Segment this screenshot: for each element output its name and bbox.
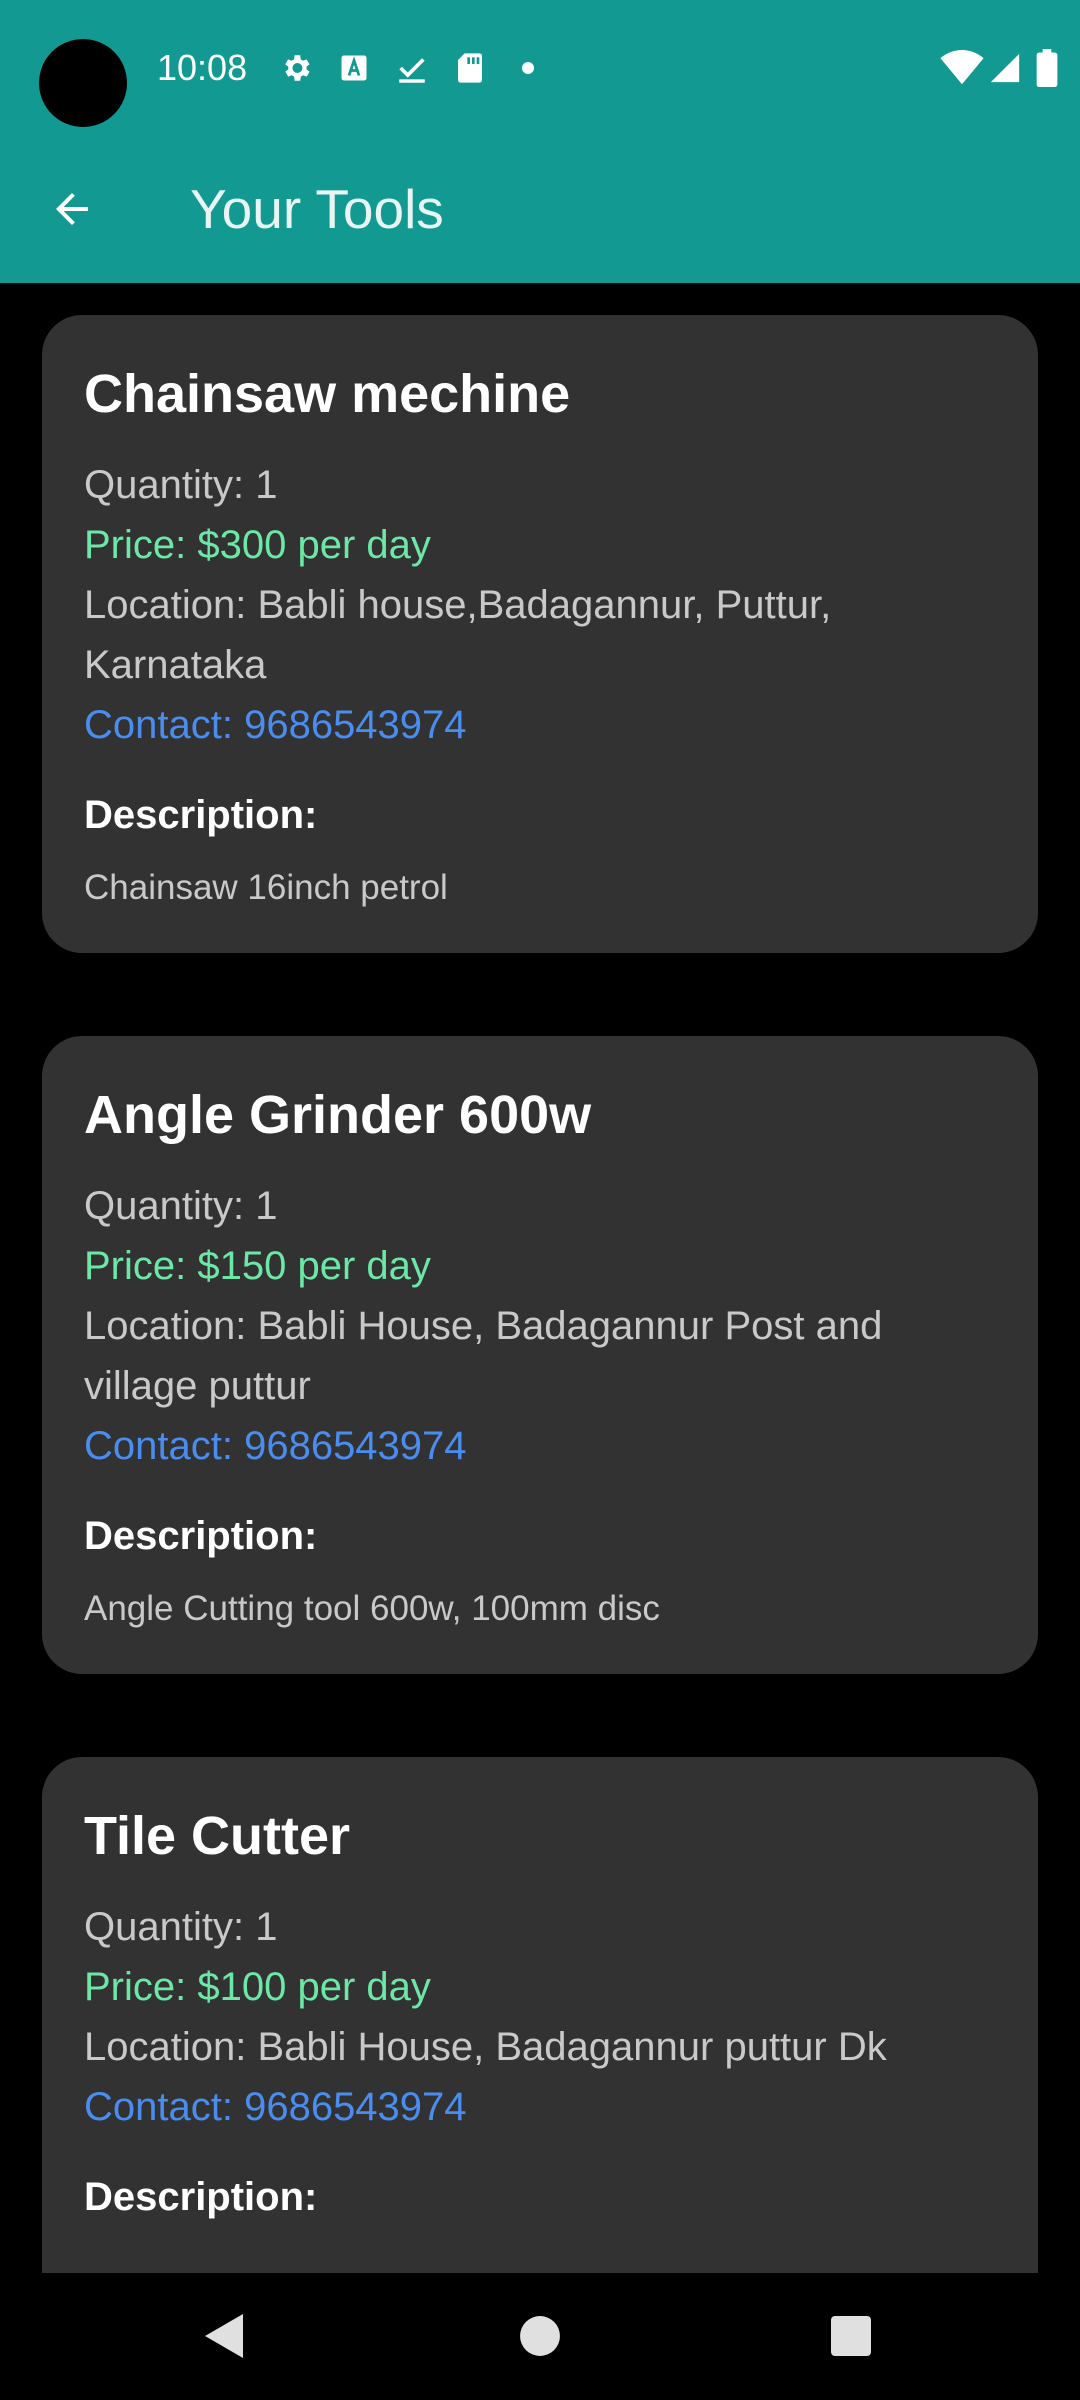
status-bar: 10:08: [0, 0, 1080, 135]
status-time: 10:08: [157, 47, 248, 88]
download-done-icon: [394, 48, 430, 88]
tool-name: Angle Grinder 600w: [84, 1085, 592, 1145]
cell-signal-icon: [988, 48, 1022, 88]
app-toolbar: Your Tools: [0, 135, 1080, 283]
tools-list[interactable]: Chainsaw mechine Quantity: 1 Price: $300…: [0, 283, 1080, 2273]
tool-description: Chainsaw 16inch petrol: [84, 868, 448, 907]
tool-quantity: Quantity: 1: [84, 1184, 278, 1228]
nav-back-button[interactable]: [190, 2303, 260, 2373]
tool-name: Tile Cutter: [84, 1806, 351, 1866]
tool-contact[interactable]: Contact: 9686543974: [84, 2077, 996, 2137]
nav-recents-button[interactable]: [816, 2303, 886, 2373]
tool-location: Location: Babli house,Badagannur, Puttur…: [84, 583, 832, 687]
arrow-back-icon: [48, 185, 96, 238]
battery-icon: [1036, 48, 1058, 88]
tool-price: Price: $300 per day: [84, 523, 431, 567]
description-label: Description:: [84, 793, 318, 837]
tool-location: Location: Babli House, Badagannur puttur…: [84, 2025, 887, 2069]
tool-description: Angle Cutting tool 600w, 100mm disc: [84, 1589, 660, 1628]
tool-name: Chainsaw mechine: [84, 364, 571, 424]
tool-location: Location: Babli House, Badagannur Post a…: [84, 1304, 883, 1408]
tool-contact[interactable]: Contact: 9686543974: [84, 695, 996, 755]
description-label: Description:: [84, 1514, 318, 1558]
wifi-icon: [940, 48, 984, 88]
camera-cutout: [39, 39, 127, 127]
sd-card-icon: [452, 48, 488, 88]
nav-home-button[interactable]: [505, 2303, 575, 2373]
tool-contact[interactable]: Contact: 9686543974: [84, 1416, 996, 1476]
back-triangle-icon: [203, 2312, 247, 2365]
home-circle-icon: [519, 2315, 561, 2362]
page-title: Your Tools: [190, 178, 444, 240]
description-label: Description:: [84, 2175, 318, 2219]
tool-card[interactable]: Angle Grinder 600w Quantity: 1 Price: $1…: [42, 1036, 1038, 1674]
recents-square-icon: [831, 2315, 871, 2361]
system-nav-bar: [0, 2273, 1080, 2400]
tool-price: Price: $100 per day: [84, 1965, 431, 2009]
tool-quantity: Quantity: 1: [84, 463, 278, 507]
text-a-icon: [336, 48, 372, 88]
tool-card[interactable]: Tile Cutter Quantity: 1 Price: $100 per …: [42, 1757, 1038, 2273]
back-button[interactable]: [30, 169, 114, 253]
tool-quantity: Quantity: 1: [84, 1905, 278, 1949]
app-header: 10:08 Your Tools: [0, 0, 1080, 283]
tool-price: Price: $150 per day: [84, 1244, 431, 1288]
gear-icon: [278, 48, 314, 88]
tool-card[interactable]: Chainsaw mechine Quantity: 1 Price: $300…: [42, 315, 1038, 953]
dot-icon: [522, 62, 534, 74]
